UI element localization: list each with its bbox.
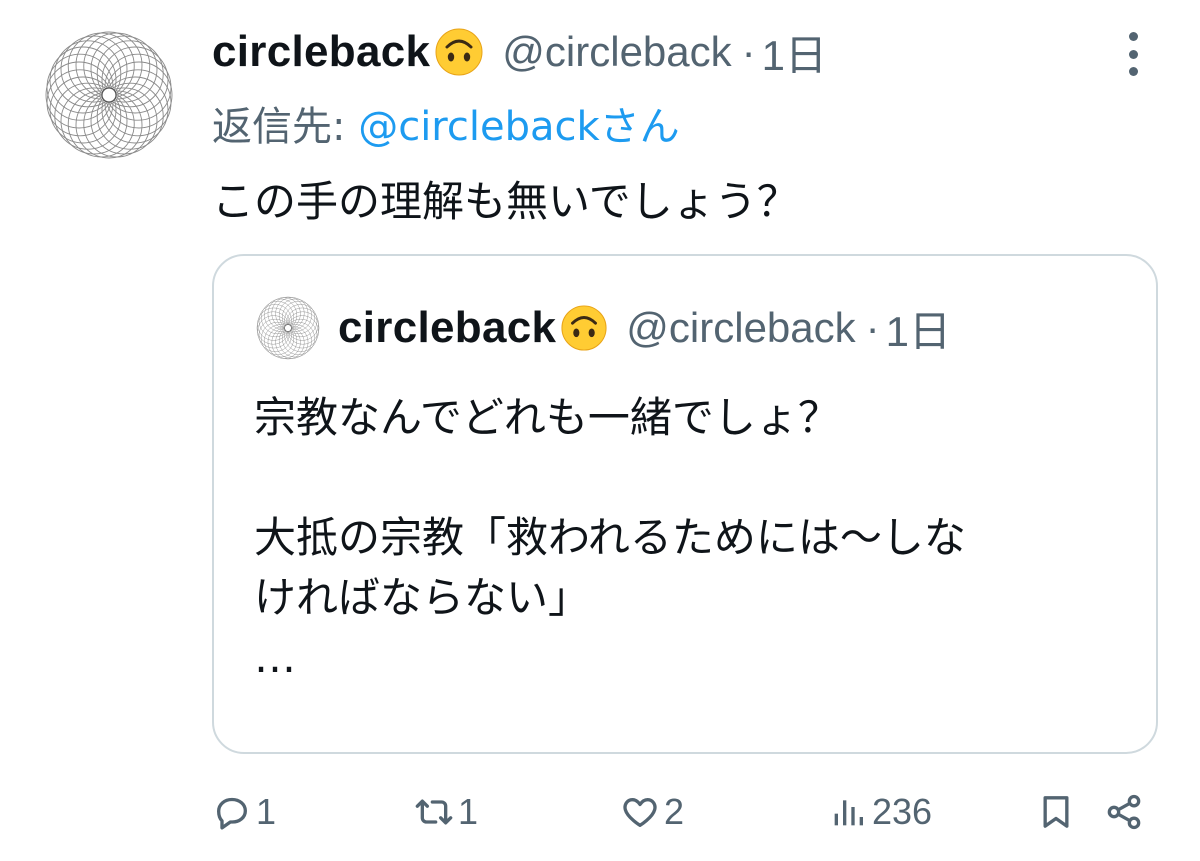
action-bar: 1 1 2 236 — [0, 780, 1200, 844]
heart-icon — [623, 798, 657, 827]
share-icon — [1107, 794, 1141, 830]
reply-context: 返信先: @circlebackさん — [212, 94, 680, 152]
reply-count: 1 — [256, 791, 277, 832]
timestamp[interactable]: 1日 — [762, 22, 827, 83]
quote-text: 宗教なんでどれも一緒でしょ？ 大抵の宗教「救われるためには〜しな ければならない… — [254, 388, 1134, 688]
quote-text-line: ければならない」 — [254, 573, 591, 622]
separator-dot: · — [741, 28, 756, 75]
upside-down-face-emoji-icon — [560, 304, 608, 352]
reply-label: 返信先: — [212, 104, 346, 150]
like-count: 2 — [664, 791, 685, 832]
quote-text-line — [254, 448, 1134, 508]
tweet-card[interactable]: circleback @circleback · 1日 返信先: @circle… — [0, 0, 1200, 861]
quote-header: circleback @circleback · 1日 — [338, 300, 951, 356]
more-dot-icon — [1128, 32, 1138, 41]
share-button[interactable] — [1104, 786, 1144, 838]
quote-avatar[interactable] — [256, 296, 320, 360]
bookmark-button[interactable] — [1036, 786, 1076, 838]
quote-text-line: … — [254, 633, 296, 682]
quote-text-line: 宗教なんでどれも一緒でしょ？ — [254, 393, 840, 442]
reply-button[interactable]: 1 — [212, 786, 276, 838]
upside-down-face-emoji-icon — [434, 27, 484, 77]
quote-display-name: circleback — [338, 303, 557, 352]
views-button[interactable]: 236 — [828, 786, 932, 838]
more-options-button[interactable] — [1118, 32, 1148, 76]
like-button[interactable]: 2 — [620, 786, 684, 838]
retweet-icon — [415, 799, 453, 825]
separator-dot: · — [865, 304, 880, 351]
reply-mention-link[interactable]: @circlebackさん — [358, 104, 679, 150]
views-count: 236 — [872, 791, 933, 832]
spirograph-avatar-icon — [45, 31, 173, 159]
bookmark-icon — [1043, 796, 1069, 828]
quote-user-handle: @circleback — [626, 304, 856, 351]
display-name[interactable]: circleback — [212, 27, 430, 77]
retweet-button[interactable]: 1 — [414, 786, 478, 838]
quote-timestamp: 1日 — [885, 307, 951, 355]
tweet-header: circleback @circleback · 1日 — [212, 22, 827, 82]
quote-text-line: 大抵の宗教「救われるためには〜しな — [254, 513, 966, 562]
more-dot-icon — [1128, 49, 1138, 59]
reply-icon — [217, 797, 247, 830]
quoted-tweet[interactable]: circleback @circleback · 1日 宗教なんでどれも一緒でし… — [212, 254, 1158, 754]
retweet-count: 1 — [458, 791, 479, 832]
tweet-text: この手の理解も無いでしょう？ — [212, 177, 799, 226]
avatar[interactable] — [44, 30, 174, 160]
more-dot-icon — [1128, 67, 1138, 76]
user-handle[interactable]: @circleback — [502, 28, 731, 76]
views-chart-icon — [834, 800, 863, 826]
spirograph-avatar-icon — [256, 296, 320, 360]
